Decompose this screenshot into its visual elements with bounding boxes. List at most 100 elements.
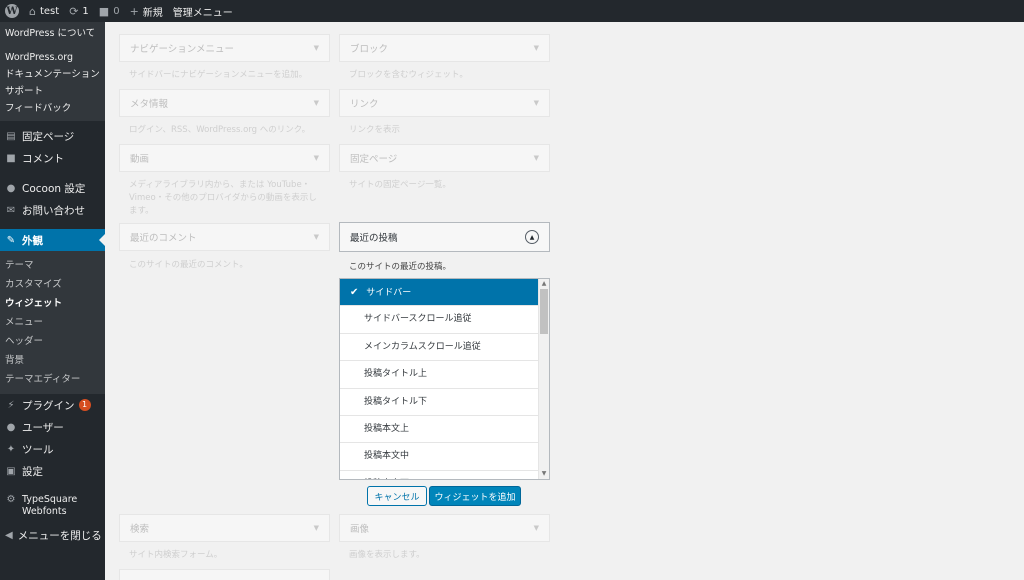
- collapse-menu-button[interactable]: ◀ メニューを閉じる: [0, 524, 105, 546]
- brush-icon: ✎: [6, 234, 16, 246]
- wrench-icon: ✦: [6, 443, 16, 455]
- submenu-themes[interactable]: テーマ: [0, 256, 105, 275]
- cocoon-icon: ●: [6, 182, 16, 194]
- chooser-option[interactable]: 投稿タイトル下: [340, 388, 538, 416]
- comment-icon: ■: [6, 152, 16, 164]
- collapse-icon: ◀: [5, 529, 13, 541]
- widget-recent-posts[interactable]: 最近の投稿 ▲: [339, 222, 550, 252]
- sidebar-chooser-list: ✔ サイドバー サイドバースクロール追従 メインカラムスクロール追従 投稿タイト…: [339, 278, 550, 480]
- add-widget-button[interactable]: ウィジェットを追加: [429, 486, 521, 506]
- menu-contact[interactable]: ✉ お問い合わせ: [0, 199, 105, 221]
- chooser-option[interactable]: 投稿本文下: [340, 470, 538, 479]
- comments-link[interactable]: ■ 0: [94, 0, 125, 22]
- cancel-button[interactable]: キャンセル: [367, 486, 427, 506]
- submenu-theme-editor[interactable]: テーマエディター: [0, 370, 105, 389]
- submenu-customize[interactable]: カスタマイズ: [0, 275, 105, 294]
- widget-meta[interactable]: メタ情報 ▼: [119, 89, 330, 117]
- menu-comments[interactable]: ■ コメント: [0, 147, 105, 169]
- new-content-link[interactable]: + 新規: [125, 0, 168, 22]
- menu-users[interactable]: ● ユーザー: [0, 416, 105, 438]
- home-icon: ⌂: [29, 4, 36, 18]
- menu-users-label: ユーザー: [22, 421, 64, 434]
- widget-title: ナビゲーションメニュー: [130, 44, 235, 55]
- about-wordpress-link[interactable]: WordPress について: [0, 25, 105, 42]
- chooser-options: ✔ サイドバー サイドバースクロール追従 メインカラムスクロール追従 投稿タイト…: [340, 279, 538, 479]
- chooser-option-sidebar[interactable]: ✔ サイドバー: [340, 279, 538, 307]
- dropdown-arrow-icon: ▼: [533, 154, 539, 162]
- widget-title: 最近のコメント: [130, 233, 197, 244]
- dropdown-arrow-icon: ▼: [313, 524, 319, 532]
- documentation-link[interactable]: ドキュメンテーション: [0, 66, 105, 83]
- widget-title: リンク: [350, 99, 379, 110]
- wordpress-logo-icon: W: [5, 4, 19, 18]
- site-name-link[interactable]: ⌂ test: [24, 0, 64, 22]
- comments-count: 0: [113, 5, 120, 17]
- user-icon: ●: [6, 421, 16, 433]
- menu-cocoon-settings[interactable]: ● Cocoon 設定: [0, 177, 105, 199]
- widget-link[interactable]: リンク ▼: [339, 89, 550, 117]
- updates-link[interactable]: ⟳ 1: [64, 0, 94, 22]
- widget-title: 画像: [350, 524, 370, 535]
- management-menu-label: 管理メニュー: [172, 7, 233, 19]
- gear-icon: ⚙: [6, 494, 16, 505]
- comment-bubble-icon: ■: [98, 4, 110, 18]
- menu-pages[interactable]: ▤ 固定ページ: [0, 125, 105, 147]
- menu-cocoon-label: Cocoon 設定: [22, 182, 86, 195]
- dropdown-arrow-icon: ▼: [313, 99, 319, 107]
- widget-description: サイト内検索フォーム。: [129, 550, 223, 560]
- management-menu-link[interactable]: 管理メニュー: [168, 0, 238, 22]
- checkmark-icon: ✔: [350, 287, 359, 298]
- widget-next-partial[interactable]: [119, 569, 330, 580]
- feedback-link[interactable]: フィードバック: [0, 100, 105, 117]
- widget-description: リンクを表示: [349, 125, 401, 135]
- collapse-toggle-icon[interactable]: ▲: [525, 230, 539, 244]
- widget-nav-menu[interactable]: ナビゲーションメニュー ▼: [119, 34, 330, 62]
- widget-title: メタ情報: [130, 99, 169, 110]
- widget-video[interactable]: 動画 ▼: [119, 144, 330, 172]
- menu-comments-label: コメント: [22, 152, 64, 165]
- pages-icon: ▤: [6, 130, 16, 142]
- chooser-scrollbar[interactable]: ▲ ▼: [538, 279, 549, 479]
- widget-block[interactable]: ブロック ▼: [339, 34, 550, 62]
- scroll-up-arrow-icon[interactable]: ▲: [539, 279, 549, 289]
- chooser-option[interactable]: メインカラムスクロール追従: [340, 333, 538, 362]
- submenu-menus[interactable]: メニュー: [0, 313, 105, 332]
- chooser-option[interactable]: サイドバースクロール追従: [340, 306, 538, 334]
- menu-tools[interactable]: ✦ ツール: [0, 438, 105, 460]
- submenu-background[interactable]: 背景: [0, 351, 105, 370]
- menu-typesquare[interactable]: ⚙ TypeSquare Webfonts: [0, 488, 105, 524]
- dropdown-arrow-icon: ▼: [533, 524, 539, 532]
- widget-search[interactable]: 検索 ▼: [119, 514, 330, 542]
- submenu-header[interactable]: ヘッダー: [0, 332, 105, 351]
- widget-recent-comments[interactable]: 最近のコメント ▼: [119, 223, 330, 251]
- chooser-option[interactable]: 投稿タイトル上: [340, 361, 538, 389]
- widget-description: メディアライブラリ内から、または YouTube・Vimeo・その他のプロバイダ…: [129, 180, 317, 216]
- mail-icon: ✉: [6, 204, 16, 216]
- chooser-option-label: サイドバー: [366, 288, 412, 298]
- widget-description: ログイン、RSS、WordPress.org へのリンク。: [129, 125, 311, 135]
- dropdown-arrow-icon: ▼: [533, 99, 539, 107]
- menu-separator: [0, 169, 105, 177]
- dropdown-arrow-icon: ▼: [313, 44, 319, 52]
- menu-appearance[interactable]: ✎ 外観: [0, 229, 105, 251]
- widget-image[interactable]: 画像 ▼: [339, 514, 550, 542]
- new-label: 新規: [142, 7, 163, 19]
- menu-settings[interactable]: ▣ 設定: [0, 460, 105, 482]
- widget-pages[interactable]: 固定ページ ▼: [339, 144, 550, 172]
- widget-description: サイトの固定ページ一覧。: [349, 180, 451, 190]
- chooser-option[interactable]: 投稿本文中: [340, 443, 538, 471]
- menu-appearance-label: 外観: [22, 234, 43, 247]
- appearance-submenu: テーマ カスタマイズ ウィジェット メニュー ヘッダー 背景 テーマエディター: [0, 251, 105, 394]
- widget-description: このサイトの最近のコメント。: [129, 260, 248, 270]
- chooser-option[interactable]: 投稿本文上: [340, 415, 538, 444]
- widgets-content: ナビゲーションメニュー ▼ サイドバーにナビゲーションメニューを追加。 ブロック…: [105, 22, 1024, 580]
- menu-pages-label: 固定ページ: [22, 130, 75, 143]
- scrollbar-thumb[interactable]: [540, 289, 548, 334]
- support-link[interactable]: サポート: [0, 83, 105, 100]
- wordpress-org-link[interactable]: WordPress.org: [0, 49, 105, 66]
- scroll-down-arrow-icon[interactable]: ▼: [539, 469, 549, 479]
- menu-plugins[interactable]: ⚡ プラグイン 1: [0, 394, 105, 416]
- submenu-widgets[interactable]: ウィジェット: [0, 294, 105, 313]
- widget-description: 画像を表示します。: [349, 550, 425, 560]
- wp-logo-menu[interactable]: W: [0, 0, 24, 22]
